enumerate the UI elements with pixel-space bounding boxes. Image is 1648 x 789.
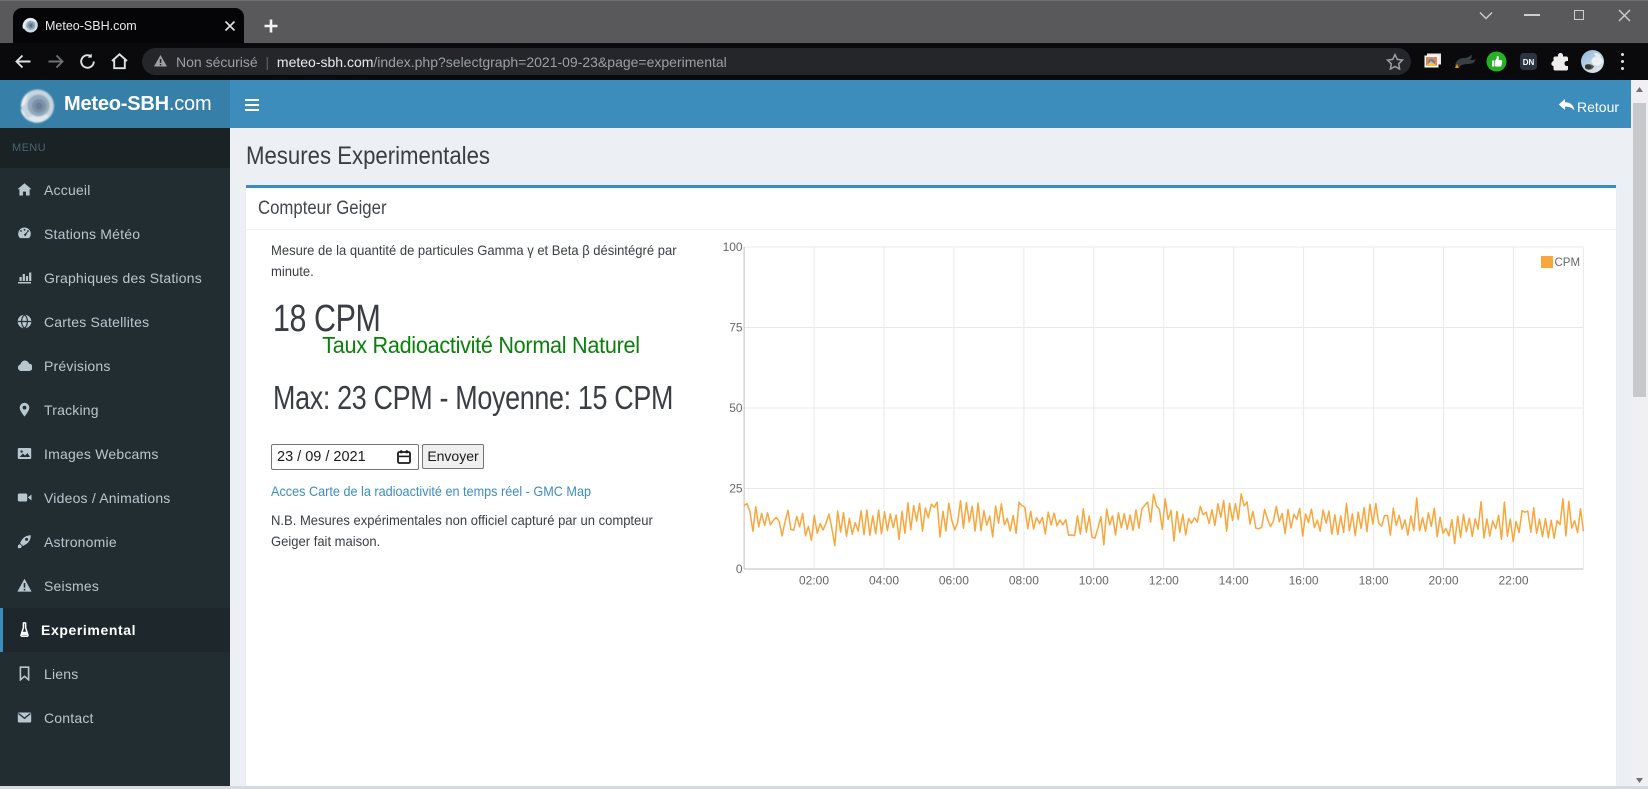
svg-text:18:00: 18:00 <box>1359 574 1389 588</box>
svg-text:22:00: 22:00 <box>1498 574 1528 588</box>
svg-text:10:00: 10:00 <box>1079 574 1109 588</box>
svg-text:12:00: 12:00 <box>1149 574 1179 588</box>
svg-text:08:00: 08:00 <box>1009 574 1039 588</box>
svg-text:50: 50 <box>729 401 743 415</box>
svg-text:0: 0 <box>736 562 743 576</box>
svg-text:CPM: CPM <box>1555 257 1581 269</box>
svg-text:DN: DN <box>1523 58 1535 67</box>
svg-text:25: 25 <box>729 482 743 496</box>
svg-text:14:00: 14:00 <box>1219 574 1249 588</box>
svg-text:100: 100 <box>723 240 743 254</box>
svg-text:75: 75 <box>729 321 743 335</box>
svg-text:04:00: 04:00 <box>869 574 899 588</box>
svg-text:06:00: 06:00 <box>939 574 969 588</box>
svg-text:02:00: 02:00 <box>799 574 829 588</box>
svg-text:16:00: 16:00 <box>1289 574 1319 588</box>
svg-text:20:00: 20:00 <box>1428 574 1458 588</box>
